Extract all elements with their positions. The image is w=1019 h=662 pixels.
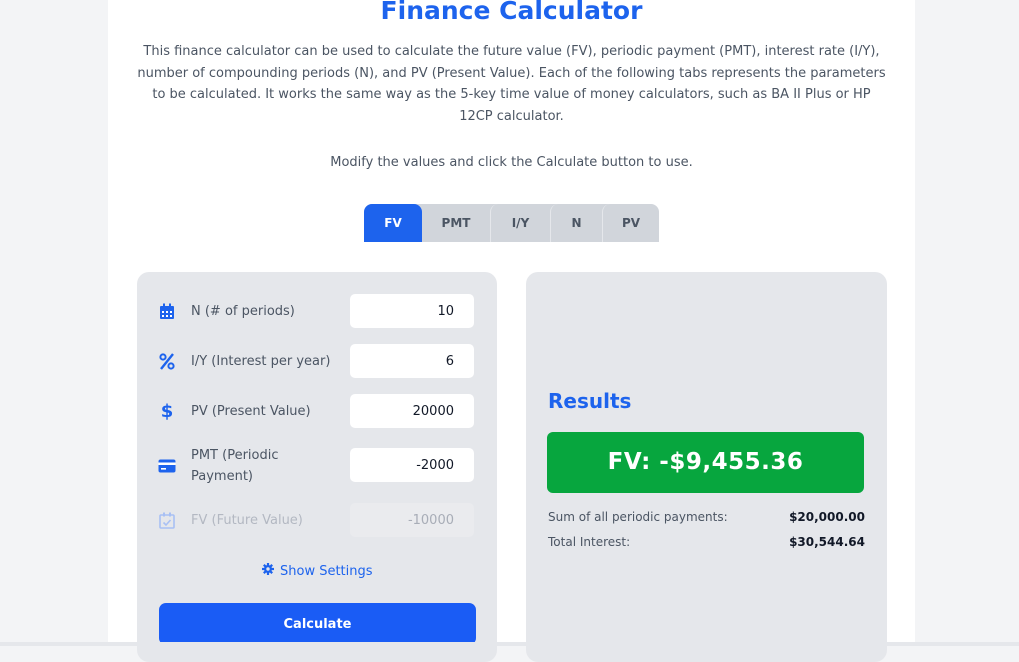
calendar-icon <box>158 302 176 320</box>
credit-card-icon <box>158 457 176 475</box>
inputs-panel: N (# of periods) I/Y (Interest per year)… <box>137 272 497 662</box>
page-title: Finance Calculator <box>380 0 643 25</box>
result-value: FV: -$9,455.36 <box>547 432 864 493</box>
fv-label: FV (Future Value) <box>191 513 303 528</box>
calculate-button[interactable]: Calculate <box>159 603 476 645</box>
result-line-interest: Total Interest: $30,544.64 <box>548 535 865 549</box>
calendar-check-icon <box>158 511 176 529</box>
tab-bar: FV PMT I/Y N PV <box>364 204 659 242</box>
interest-label: Total Interest: <box>548 535 631 549</box>
tab-pmt[interactable]: PMT <box>422 204 490 242</box>
results-panel: Results FV: -$9,455.36 Sum of all period… <box>526 272 887 662</box>
tab-n[interactable]: N <box>550 204 602 242</box>
fv-input <box>349 502 475 538</box>
tab-pv[interactable]: PV <box>602 204 659 242</box>
results-title: Results <box>548 389 632 413</box>
payments-value: $20,000.00 <box>789 510 865 524</box>
dollar-icon: $ <box>160 400 174 422</box>
page-description: This finance calculator can be used to c… <box>137 44 886 125</box>
result-line-payments: Sum of all periodic payments: $20,000.00 <box>548 510 865 524</box>
percent-icon <box>158 352 176 370</box>
gear-icon <box>262 563 276 579</box>
show-settings-label: Show Settings <box>280 564 373 579</box>
iy-input[interactable] <box>349 343 475 379</box>
pv-label: PV (Present Value) <box>191 404 311 419</box>
tab-iy[interactable]: I/Y <box>490 204 550 242</box>
tab-fv[interactable]: FV <box>364 204 422 242</box>
pmt-input[interactable] <box>349 447 475 483</box>
usage-hint: Modify the values and click the Calculat… <box>330 155 693 170</box>
n-input[interactable] <box>349 293 475 329</box>
payments-label: Sum of all periodic payments: <box>548 510 728 524</box>
n-label: N (# of periods) <box>191 304 295 319</box>
bottom-divider <box>0 642 1019 646</box>
show-settings-link[interactable]: Show Settings <box>262 563 373 579</box>
iy-label: I/Y (Interest per year) <box>191 354 331 369</box>
interest-value: $30,544.64 <box>789 535 865 549</box>
pv-input[interactable] <box>349 393 475 429</box>
calculator-page: Finance Calculator This finance calculat… <box>108 0 915 662</box>
pmt-label: PMT (Periodic Payment) <box>191 448 279 484</box>
